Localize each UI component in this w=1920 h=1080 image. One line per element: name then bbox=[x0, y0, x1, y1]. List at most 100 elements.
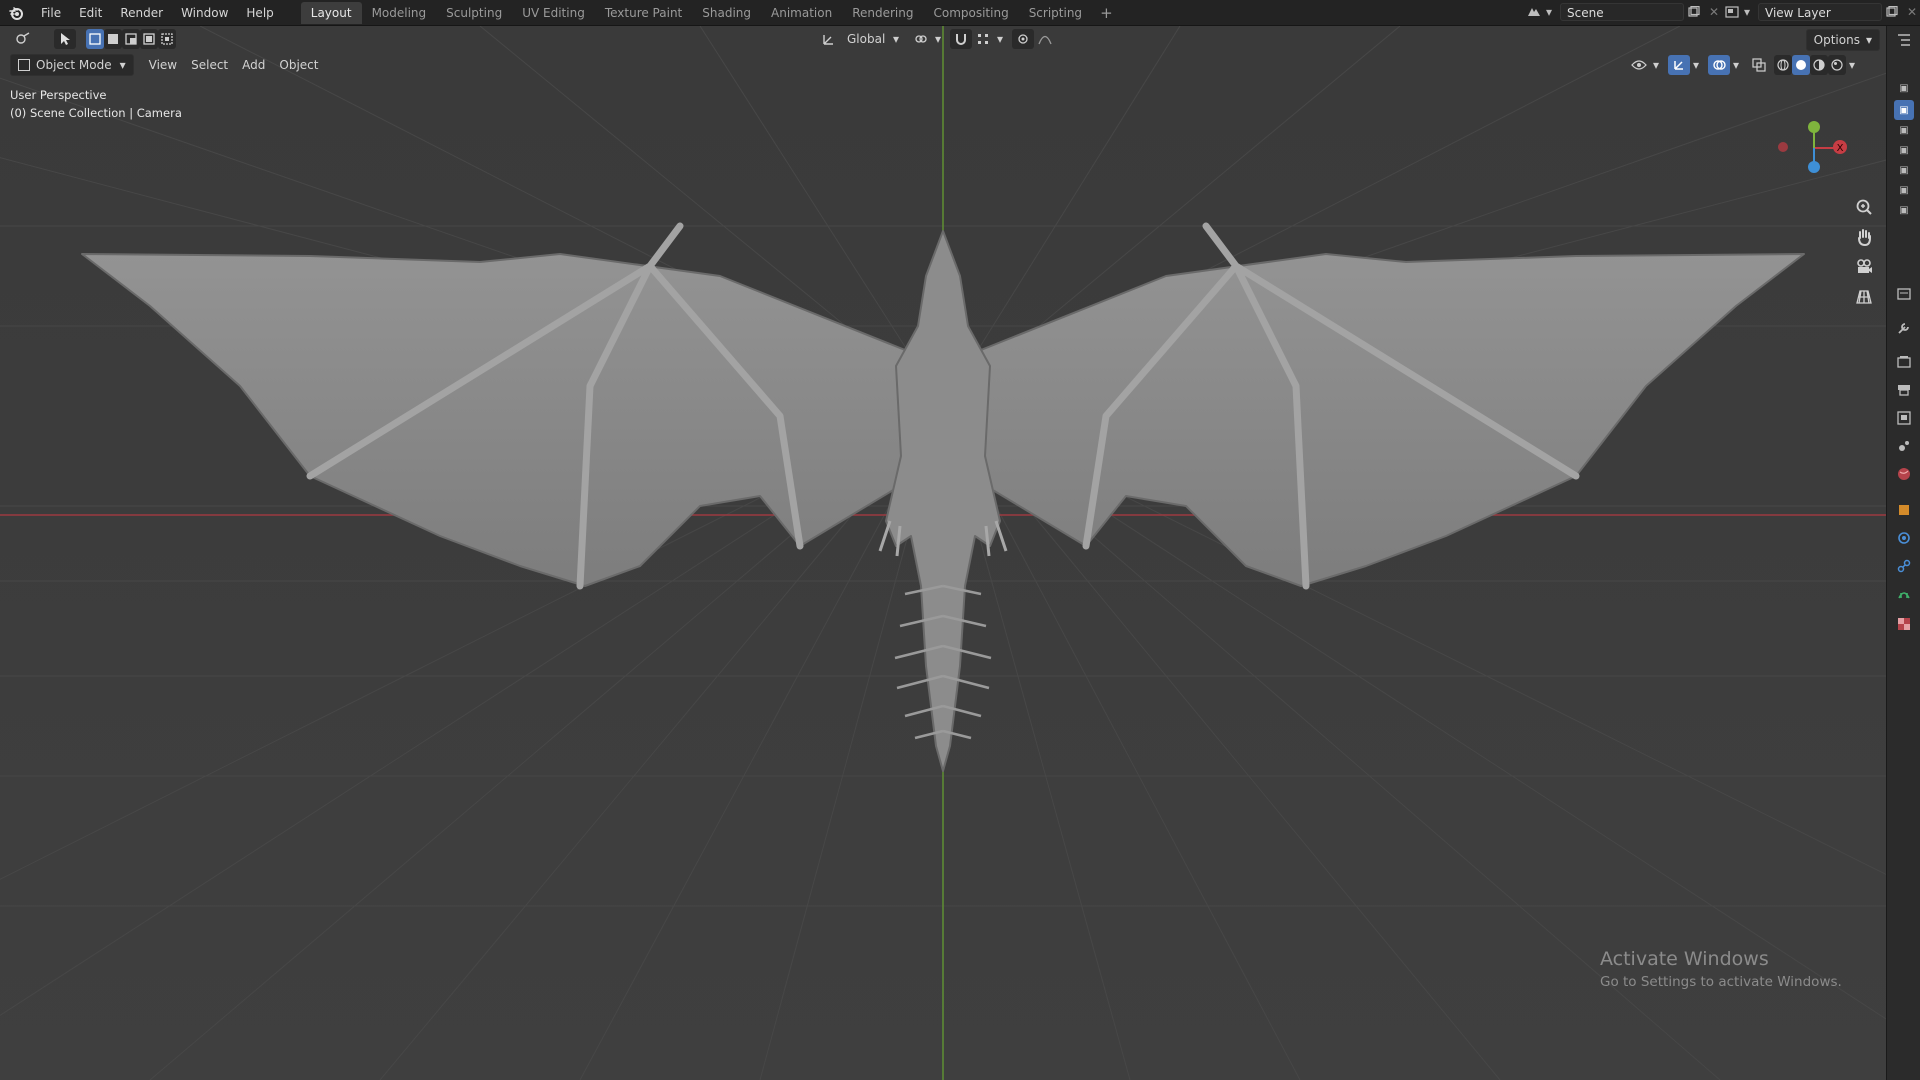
select-mode-invert-icon[interactable] bbox=[140, 29, 158, 49]
falloff-curve-icon[interactable] bbox=[1034, 29, 1056, 49]
camera-icon[interactable]: ▣ bbox=[1894, 78, 1914, 98]
visibility-eye-icon[interactable] bbox=[1628, 55, 1650, 75]
tab-compositing[interactable]: Compositing bbox=[923, 2, 1018, 24]
menu-view[interactable]: View bbox=[142, 55, 184, 75]
gizmos-toggle-icon[interactable] bbox=[1668, 55, 1690, 75]
grid-perspective-icon[interactable] bbox=[1850, 284, 1878, 310]
tab-rendering[interactable]: Rendering bbox=[842, 2, 923, 24]
tab-scripting[interactable]: Scripting bbox=[1019, 2, 1092, 24]
camera-view-icon[interactable] bbox=[1850, 254, 1878, 280]
scene-properties-icon[interactable] bbox=[1894, 436, 1914, 456]
transform-orientation-dropdown[interactable]: Global bbox=[840, 29, 890, 49]
3d-viewport[interactable]: Global ▾ ▾ ▾ Options ▾ Object Mode ▾ Vie… bbox=[0, 26, 1886, 1080]
tab-uv-editing[interactable]: UV Editing bbox=[512, 2, 595, 24]
menu-file[interactable]: File bbox=[32, 0, 70, 26]
menu-select[interactable]: Select bbox=[184, 55, 235, 75]
object-mode-label: Object Mode bbox=[36, 58, 112, 72]
chevron-down-icon[interactable]: ▾ bbox=[994, 29, 1006, 49]
physics-properties-icon[interactable] bbox=[1894, 528, 1914, 548]
tab-texture-paint[interactable]: Texture Paint bbox=[595, 2, 692, 24]
camera-icon[interactable]: ▣ bbox=[1894, 200, 1914, 220]
output-properties-icon[interactable] bbox=[1894, 380, 1914, 400]
close-icon[interactable]: ✕ bbox=[1902, 3, 1920, 21]
pivot-point-icon[interactable] bbox=[910, 29, 932, 49]
menu-add[interactable]: Add bbox=[235, 55, 272, 75]
chevron-down-icon[interactable]: ▾ bbox=[1650, 55, 1662, 75]
navigation-gizmo[interactable]: X bbox=[1776, 96, 1856, 186]
view-layer-name-field[interactable]: View Layer bbox=[1758, 3, 1882, 21]
y-axis-gizmo-ball bbox=[1808, 121, 1820, 133]
object-mode-icon bbox=[18, 59, 30, 71]
camera-icon[interactable]: ▣ bbox=[1894, 180, 1914, 200]
tab-sculpting[interactable]: Sculpting bbox=[436, 2, 512, 24]
view-layer-browse-icon[interactable] bbox=[1722, 3, 1742, 21]
perspective-label: User Perspective bbox=[10, 88, 107, 102]
object-data-properties-icon[interactable] bbox=[1894, 584, 1914, 604]
snap-target-icon[interactable] bbox=[972, 29, 994, 49]
scene-browse-icon[interactable] bbox=[1524, 3, 1544, 21]
zoom-icon[interactable] bbox=[1850, 194, 1878, 220]
proportional-editing-icon[interactable] bbox=[1012, 29, 1034, 49]
tab-layout[interactable]: Layout bbox=[300, 1, 362, 24]
chevron-down-icon[interactable]: ▾ bbox=[1544, 3, 1554, 21]
chevron-down-icon[interactable]: ▾ bbox=[1690, 55, 1702, 75]
camera-icon[interactable]: ▣ bbox=[1894, 160, 1914, 180]
new-view-layer-icon[interactable] bbox=[1882, 3, 1902, 21]
x-axis-gizmo-label: X bbox=[1837, 143, 1844, 154]
menu-object[interactable]: Object bbox=[272, 55, 325, 75]
z-axis-gizmo-ball bbox=[1808, 161, 1820, 173]
view-layer-selector: ▾ View Layer ✕ bbox=[1722, 3, 1920, 21]
tab-modeling[interactable]: Modeling bbox=[362, 2, 437, 24]
world-properties-icon[interactable] bbox=[1894, 464, 1914, 484]
camera-icon[interactable]: ▣ bbox=[1894, 100, 1914, 120]
editor-type-icon[interactable] bbox=[8, 29, 38, 49]
menu-render[interactable]: Render bbox=[111, 0, 172, 26]
select-mode-intersect-icon[interactable] bbox=[158, 29, 176, 49]
add-workspace-button[interactable]: + bbox=[1092, 4, 1121, 22]
view-layer-properties-icon[interactable] bbox=[1894, 408, 1914, 428]
wireframe-shading-icon[interactable] bbox=[1774, 55, 1792, 75]
close-icon[interactable]: ✕ bbox=[1704, 3, 1724, 21]
constraint-properties-icon[interactable] bbox=[1894, 556, 1914, 576]
new-scene-icon[interactable] bbox=[1684, 3, 1704, 21]
texture-properties-icon[interactable] bbox=[1894, 614, 1914, 634]
chevron-down-icon[interactable]: ▾ bbox=[1730, 55, 1742, 75]
scene-selector: ▾ Scene ✕ bbox=[1524, 3, 1724, 21]
transform-orientation-icon[interactable] bbox=[818, 29, 840, 49]
outliner-icon[interactable] bbox=[1894, 30, 1914, 50]
camera-icon[interactable]: ▣ bbox=[1894, 120, 1914, 140]
menu-edit[interactable]: Edit bbox=[70, 0, 111, 26]
properties-tab-strip: ▣ ▣ ▣ ▣ ▣ ▣ ▣ bbox=[1886, 26, 1920, 1080]
select-mode-extend-icon[interactable] bbox=[104, 29, 122, 49]
select-tool-icon[interactable] bbox=[54, 29, 76, 49]
camera-icon[interactable]: ▣ bbox=[1894, 140, 1914, 160]
object-mode-dropdown[interactable]: Object Mode ▾ bbox=[10, 54, 134, 76]
chevron-down-icon[interactable]: ▾ bbox=[890, 29, 902, 49]
options-dropdown[interactable]: Options ▾ bbox=[1805, 29, 1880, 51]
viewport-scene bbox=[0, 26, 1886, 1080]
snap-magnet-icon[interactable] bbox=[950, 29, 972, 49]
tab-animation[interactable]: Animation bbox=[761, 2, 842, 24]
tab-shading[interactable]: Shading bbox=[692, 2, 761, 24]
pan-hand-icon[interactable] bbox=[1850, 224, 1878, 250]
chevron-down-icon[interactable]: ▾ bbox=[932, 29, 944, 49]
rendered-shading-icon[interactable] bbox=[1828, 55, 1846, 75]
neg-x-axis-gizmo-ball bbox=[1778, 142, 1788, 152]
material-preview-icon[interactable] bbox=[1810, 55, 1828, 75]
overlays-toggle-icon[interactable] bbox=[1708, 55, 1730, 75]
menu-help[interactable]: Help bbox=[237, 0, 282, 26]
blender-logo-icon[interactable] bbox=[0, 0, 32, 26]
scene-name-field[interactable]: Scene bbox=[1560, 3, 1684, 21]
select-mode-subtract-icon[interactable] bbox=[122, 29, 140, 49]
chevron-down-icon[interactable]: ▾ bbox=[1846, 55, 1858, 75]
xray-toggle-icon[interactable] bbox=[1748, 55, 1770, 75]
render-properties-icon[interactable] bbox=[1894, 352, 1914, 372]
properties-menu-icon[interactable] bbox=[1894, 284, 1914, 304]
chevron-down-icon: ▾ bbox=[1865, 33, 1872, 47]
select-mode-new-icon[interactable] bbox=[86, 29, 104, 49]
menu-window[interactable]: Window bbox=[172, 0, 237, 26]
tool-wrench-icon[interactable] bbox=[1894, 318, 1914, 338]
object-properties-icon[interactable] bbox=[1894, 500, 1914, 520]
solid-shading-icon[interactable] bbox=[1792, 55, 1810, 75]
chevron-down-icon[interactable]: ▾ bbox=[1742, 3, 1752, 21]
